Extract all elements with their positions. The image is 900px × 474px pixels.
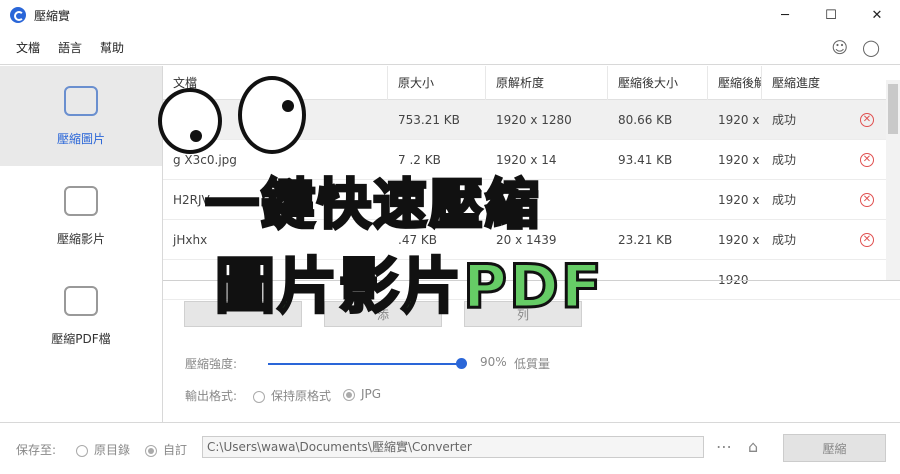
minimize-button[interactable]: ─	[762, 0, 808, 30]
menu-help[interactable]: 幫助	[100, 39, 124, 56]
orig-dir-radio[interactable]: 原目錄	[76, 441, 130, 458]
close-button[interactable]: ✕	[854, 0, 900, 30]
col-comp-size[interactable]: 壓縮後大小	[608, 65, 708, 100]
remove-icon[interactable]: ✕	[860, 192, 874, 207]
radio-icon	[76, 444, 88, 457]
radio-icon	[253, 390, 265, 403]
sidebar-item-compress-image[interactable]: 壓縮圖片	[0, 66, 162, 166]
radio-icon	[343, 388, 355, 401]
camera-icon	[64, 85, 98, 116]
remove-icon[interactable]: ✕	[860, 152, 874, 167]
maximize-button[interactable]: ☐	[808, 0, 854, 30]
remove-icon[interactable]: ✕	[860, 232, 874, 247]
video-icon	[64, 185, 98, 216]
radio-icon	[145, 444, 157, 457]
menu-language[interactable]: 語言	[58, 39, 82, 56]
cell-comp-size: 80.66 KB	[618, 112, 673, 127]
compression-value: 90%	[480, 355, 507, 369]
menu-bar: 文檔 語言 幫助 ☺ ◯	[0, 30, 900, 65]
compression-label: 壓縮強度:	[185, 357, 238, 371]
output-format-label: 輸出格式:	[185, 389, 238, 403]
sidebar-item-compress-pdf[interactable]: 壓縮PDF檔	[0, 266, 162, 366]
col-orig-size[interactable]: 原大小	[388, 65, 486, 100]
sidebar-item-label: 壓縮影片	[56, 231, 105, 246]
sidebar: 壓縮圖片 壓縮影片 壓縮PDF檔	[0, 66, 163, 422]
folder-icon[interactable]: ⌂	[748, 437, 758, 456]
cell-status: 成功	[772, 193, 797, 207]
output-path-input[interactable]: C:\Users\wawa\Documents\壓縮實\Converter	[202, 436, 704, 458]
window-title: 壓縮實	[34, 8, 71, 23]
col-comp-res[interactable]: 壓縮後解	[708, 65, 762, 100]
pupil-icon	[282, 100, 294, 112]
footer: 保存至: 原目錄 自訂 C:\Users\wawa\Documents\壓縮實\…	[0, 422, 900, 474]
cartoon-eye-icon	[238, 76, 306, 154]
col-orig-res[interactable]: 原解析度	[486, 65, 608, 100]
cartoon-eye-icon	[158, 88, 222, 154]
compression-slider[interactable]	[268, 363, 461, 365]
overlay-subheadline: 圖片影片PDF	[214, 251, 604, 324]
user-icon[interactable]: ☺	[831, 38, 848, 57]
chat-icon[interactable]: ◯	[862, 38, 880, 57]
menu-file[interactable]: 文檔	[16, 39, 40, 56]
jpg-radio[interactable]: JPG	[343, 387, 381, 401]
sidebar-item-label: 壓縮圖片	[56, 131, 105, 146]
title-bar: 壓縮實 ─ ☐ ✕	[0, 0, 900, 30]
cell-status: 成功	[772, 233, 797, 247]
pupil-icon	[190, 130, 202, 142]
cell-orig-res: 1920 x 1280	[496, 112, 572, 127]
custom-label: 自訂	[163, 443, 188, 457]
orig-dir-label: 原目錄	[94, 443, 131, 457]
keep-format-label: 保持原格式	[271, 389, 332, 403]
remove-icon[interactable]: ✕	[860, 112, 874, 127]
quality-label: 低質量	[514, 357, 551, 371]
app-logo-icon	[10, 7, 26, 23]
overlay-headline: 一鍵快速壓縮	[204, 172, 541, 238]
save-to-label: 保存至:	[16, 443, 57, 457]
custom-dir-radio[interactable]: 自訂	[145, 441, 187, 458]
cell-comp-res: 1920 x	[718, 192, 760, 207]
scrollbar-thumb[interactable]	[888, 84, 898, 134]
col-progress[interactable]: 壓縮進度	[762, 66, 842, 100]
sidebar-item-compress-video[interactable]: 壓縮影片	[0, 166, 162, 266]
table-scrollbar[interactable]	[886, 80, 900, 280]
cell-status: 成功	[772, 113, 797, 127]
cell-comp-res: 1920 x	[718, 232, 760, 247]
compress-button[interactable]: 壓縮	[783, 434, 886, 462]
cell-orig-size: 753.21 KB	[398, 112, 460, 127]
pdf-icon	[64, 285, 98, 316]
cell-status: 成功	[772, 153, 797, 167]
cell-comp-res: 1920 x	[718, 152, 760, 167]
cell-comp-size: 93.41 KB	[618, 152, 673, 167]
jpg-label: JPG	[361, 387, 382, 401]
keep-format-radio[interactable]: 保持原格式	[253, 387, 331, 404]
sidebar-item-label: 壓縮PDF檔	[51, 331, 111, 346]
cell-comp-size: 23.21 KB	[618, 232, 673, 247]
more-options-icon[interactable]: ⋯	[716, 437, 732, 456]
cell-comp-res: 1920 x	[718, 112, 760, 127]
slider-handle[interactable]	[456, 358, 467, 369]
